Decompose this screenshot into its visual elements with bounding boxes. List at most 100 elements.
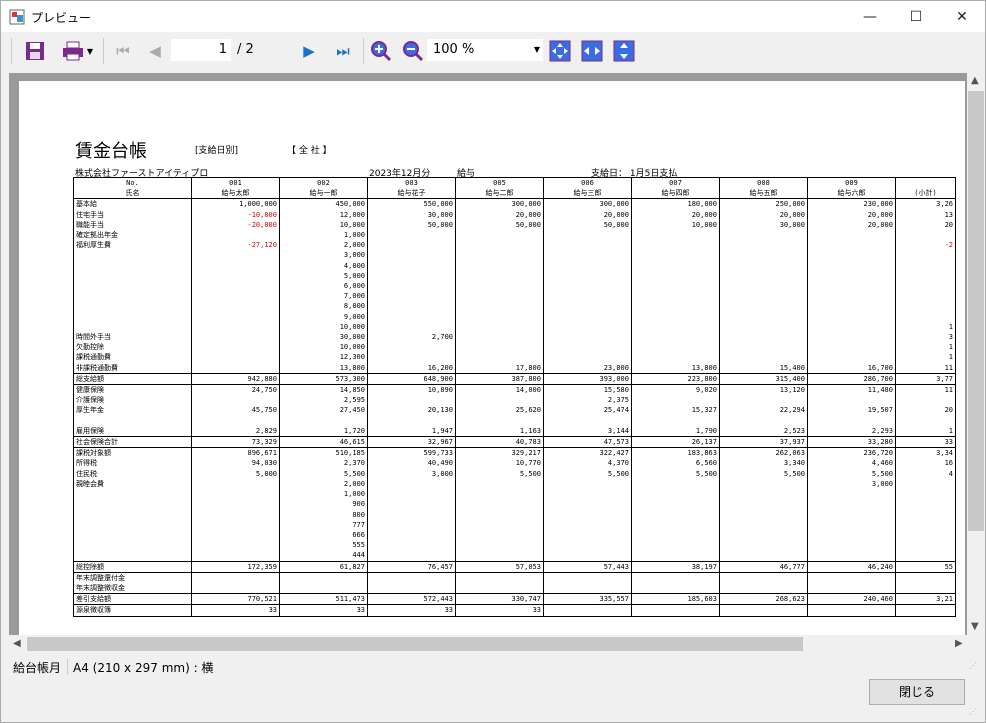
table-cell: 550,000 30,000 50,000 2,700 16,200 <box>367 198 456 374</box>
fit-height-button[interactable] <box>611 36 637 66</box>
table-cell: 15,580 2,375 25,474 3,144 <box>543 384 632 438</box>
table-cell: 262,063 3,340 5,500 <box>719 447 808 562</box>
fit-height-icon <box>613 40 635 62</box>
table-cell: 26,137 <box>631 436 720 449</box>
window-title: プレビュー <box>31 11 92 25</box>
employee-header: 002 給与一郎 <box>279 176 368 200</box>
table-cell: 24,750 45,750 2,829 <box>191 384 280 438</box>
preview-area[interactable]: 賃金台帳 [支給日別] 【 全 社 】 株式会社ファーストアイティプロ 2023… <box>9 73 985 653</box>
employee-no: 009 <box>845 179 858 187</box>
employee-header: 006 給与三郎 <box>543 176 632 200</box>
table-cell <box>807 604 896 617</box>
toolbar: ▼ ⏮ ◀ 1 / 2 ▶ ⏭ 100 % ▼ <box>1 32 985 70</box>
table-cell: 599,733 40,490 3,000 <box>367 447 456 562</box>
page-total: / 2 <box>237 42 254 57</box>
table-cell: 57,443 <box>543 561 632 573</box>
scroll-up-icon[interactable]: ▲ <box>971 75 979 86</box>
table-cell: 329,217 10,770 5,500 <box>455 447 544 562</box>
employee-no: 002 <box>317 179 330 187</box>
table-cell <box>631 572 720 595</box>
report-subtitle-2: 【 全 社 】 <box>287 146 332 156</box>
vertical-scroll-thumb[interactable] <box>968 91 984 531</box>
table-cell: 3,34 16 4 <box>895 447 956 562</box>
table-cell <box>807 572 896 595</box>
table-cell <box>455 572 544 595</box>
horizontal-scroll-thumb[interactable] <box>27 637 803 651</box>
prev-page-button[interactable]: ◀ <box>143 36 167 66</box>
save-button[interactable] <box>21 36 49 66</box>
scroll-right-icon[interactable]: ▶ <box>955 638 963 649</box>
table-cell: 896,671 94,030 5,000 <box>191 447 280 562</box>
table-cell: 38,197 <box>631 561 720 573</box>
first-page-button[interactable]: ⏮ <box>111 36 135 66</box>
row-label: 年末調整還付金 年末調整徴収金 <box>73 572 192 595</box>
table-cell: 335,557 <box>543 593 632 606</box>
employee-no: 007 <box>669 179 682 187</box>
employee-header: 001 給与太郎 <box>191 176 280 200</box>
table-cell <box>543 572 632 595</box>
zoom-select[interactable]: 100 % ▼ <box>427 39 543 61</box>
table-cell <box>719 604 808 617</box>
table-cell: 3,26 13 20 -2 1 3 1 1 11 <box>895 198 956 374</box>
table-cell: 315,400 <box>719 373 808 386</box>
zoom-out-button[interactable] <box>399 36 427 66</box>
horizontal-scrollbar[interactable]: ◀ ▶ <box>9 635 985 653</box>
status-report-name: 給台帳月 <box>13 661 62 675</box>
status-paper-size: A4 (210 x 297 mm) : 横 <box>73 661 214 675</box>
next-page-button[interactable]: ▶ <box>297 36 321 66</box>
print-button[interactable]: ▼ <box>57 36 97 66</box>
table-cell <box>279 572 368 595</box>
table-cell: 57,053 <box>455 561 544 573</box>
table-cell: 300,000 20,000 50,000 17,800 <box>455 198 544 374</box>
table-cell: 648,900 <box>367 373 456 386</box>
next-page-icon: ▶ <box>303 42 315 60</box>
vertical-scrollbar[interactable]: ▲ ▼ <box>967 73 985 635</box>
row-label: 課税対象額 所得税 住民税 親睦会費 <box>73 447 192 562</box>
table-cell: 46,777 <box>719 561 808 573</box>
table-cell: 300,000 20,000 50,000 23,000 <box>543 198 632 374</box>
zoom-in-button[interactable] <box>367 36 395 66</box>
scroll-down-icon[interactable]: ▼ <box>971 621 979 632</box>
prev-page-icon: ◀ <box>149 42 161 60</box>
page-number-input[interactable]: 1 <box>171 39 231 61</box>
table-cell: 185,603 <box>631 593 720 606</box>
window-resize-grip-icon[interactable]: ⋰ <box>969 707 979 717</box>
table-cell: 286,700 <box>807 373 896 386</box>
app-icon <box>9 9 25 25</box>
table-cell: 37,937 <box>719 436 808 449</box>
table-cell: 33 <box>455 604 544 617</box>
resize-grip-icon: ⋰ <box>969 661 977 670</box>
table-cell: 770,521 <box>191 593 280 606</box>
fit-width-icon <box>581 40 603 62</box>
table-row: 課税対象額 所得税 住民税 親睦会費 896,671 94,030 5,000 51… <box>73 447 956 562</box>
fit-page-button[interactable] <box>547 36 573 66</box>
fit-width-button[interactable] <box>579 36 605 66</box>
table-row: 総支給額 942,880 573,300 648,900 387,800 393,000 2… <box>73 373 956 386</box>
report-subtitle-1: [支給日別] <box>195 146 239 156</box>
table-cell: 572,443 <box>367 593 456 606</box>
chevron-down-icon: ▼ <box>533 45 540 54</box>
fit-page-icon <box>549 40 571 62</box>
table-row: 年末調整還付金 年末調整徴収金 <box>73 572 956 595</box>
table-row: 社会保険合計 73,329 46,615 32,967 40,783 47,573 26,1… <box>73 436 956 449</box>
table-cell: 76,457 <box>367 561 456 573</box>
minimize-button[interactable]: — <box>847 1 893 32</box>
zoom-out-icon <box>403 41 424 62</box>
table-cell <box>367 572 456 595</box>
close-window-button[interactable]: ✕ <box>939 1 985 32</box>
chevron-down-icon[interactable]: ▼ <box>87 47 93 56</box>
save-icon <box>26 42 44 60</box>
table-cell: 250,000 20,000 30,000 15,400 <box>719 198 808 374</box>
table-row: 源泉徴収簿 33 33 33 33 <box>73 604 956 617</box>
scroll-left-icon[interactable]: ◀ <box>13 638 21 649</box>
row-label: 差引支給額 <box>73 593 192 606</box>
table-cell: 47,573 <box>543 436 632 449</box>
table-cell: 46,615 <box>279 436 368 449</box>
table-cell <box>719 572 808 595</box>
close-button[interactable]: 閉じる <box>869 679 965 705</box>
table-cell <box>895 604 956 617</box>
last-page-button[interactable]: ⏭ <box>329 36 357 66</box>
maximize-button[interactable]: ☐ <box>893 1 939 32</box>
employee-header: (小計) <box>895 176 956 200</box>
table-cell: 183,863 6,560 5,500 <box>631 447 720 562</box>
